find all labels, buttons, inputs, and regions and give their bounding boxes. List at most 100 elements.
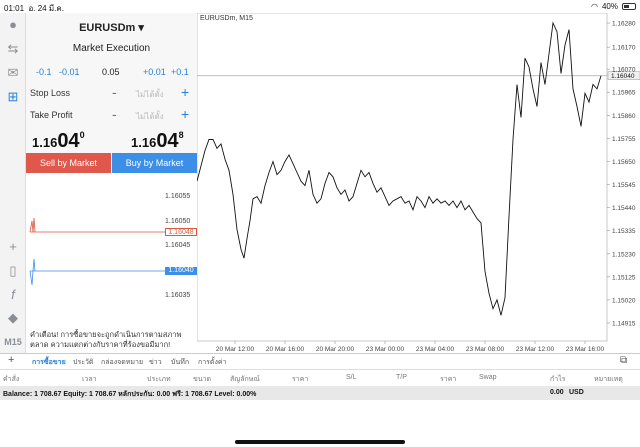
status-time: 01:01 <box>4 4 25 13</box>
col-volume: ขนาด <box>193 376 212 383</box>
buy-price-sup: 8 <box>178 130 184 140</box>
sell-price: 1.16040 <box>32 130 85 153</box>
take-profit-minus-button[interactable]: - <box>112 106 117 122</box>
terminal-tabs: + การซื้อขาย ประวัติ กล่องจดหมาย ข่าว บั… <box>0 353 640 368</box>
vol-plus-small-button[interactable]: +0.01 <box>143 67 166 77</box>
col-order: คำสั่ง <box>3 376 20 383</box>
home-indicator <box>235 440 405 444</box>
chevron-down-icon: ▾ <box>138 22 144 34</box>
y-tick-label: 1.16280 <box>612 21 636 28</box>
take-profit-label: Take Profit <box>30 110 73 120</box>
col-sl: S/L <box>346 374 357 381</box>
stop-loss-minus-button[interactable]: - <box>112 84 117 100</box>
tick-chart: 1.16055 1.16050 1.16045 1.16035 1.16048 … <box>26 173 197 299</box>
buy-price: 1.16048 <box>131 130 184 153</box>
crosshair-icon[interactable]: + <box>4 238 22 256</box>
orders-header: คำสั่ง เวลา ประเภท ขนาด สัญลักษณ์ ราคา S… <box>0 369 640 384</box>
tab-history[interactable]: ประวัติ <box>73 357 93 368</box>
vol-minus-small-button[interactable]: -0.01 <box>59 67 80 77</box>
vol-minus-big-button[interactable]: -0.1 <box>36 67 52 77</box>
execution-warning: คำเตือน! การซื้อขายจะถูกดำเนินการตามสภาพ… <box>30 330 182 349</box>
x-tick-label: 23 Mar 08:00 <box>466 346 505 353</box>
y-tick-label: 1.15335 <box>612 228 636 235</box>
execution-type[interactable]: Market Execution <box>26 43 197 54</box>
chart-type-icon[interactable]: ▯ <box>4 262 22 280</box>
sell-price-sup: 0 <box>79 130 85 140</box>
x-tick-label: 23 Mar 00:00 <box>366 346 405 353</box>
symbol-selector[interactable]: EURUSDm ▾ <box>26 17 197 39</box>
chat-icon[interactable]: ✉ <box>4 64 22 82</box>
y-tick-label: 1.15965 <box>612 90 636 97</box>
balance-summary: Balance: 1 708.67 Equity: 1 708.67 หลักป… <box>3 391 257 398</box>
account-currency: USD <box>569 389 584 396</box>
y-tick-label: 1.15860 <box>612 113 636 120</box>
app-root: { "status": { "time": "01:01", "date": "… <box>0 0 640 447</box>
battery-icon <box>622 3 636 10</box>
take-profit-field[interactable]: ไม่ได้ตั้ง <box>136 110 164 123</box>
x-tick-label: 23 Mar 04:00 <box>416 346 455 353</box>
y-tick-label: 1.15755 <box>612 136 636 143</box>
account-icon[interactable]: ● <box>4 16 22 34</box>
volume-row: -0.1 -0.01 0.05 +0.01 +0.1 <box>26 65 197 81</box>
x-tick-label: 20 Mar 16:00 <box>266 346 305 353</box>
symbol-label: EURUSDm <box>79 22 136 34</box>
mini-tick-4: 1.16035 <box>165 292 191 299</box>
order-panel: EURUSDm ▾ Market Execution -0.1 -0.01 0.… <box>26 13 197 173</box>
new-order-icon[interactable]: ⊞ <box>4 88 22 106</box>
ask-ticks <box>29 217 36 233</box>
y-tick-label: 1.16170 <box>612 45 636 52</box>
buy-price-small: 1.16 <box>131 135 157 150</box>
take-profit-row: Take Profit - ไม่ได้ตั้ง + <box>26 106 197 124</box>
buy-price-big: 04 <box>156 130 179 152</box>
mini-tick-3: 1.16045 <box>165 242 191 249</box>
sell-price-small: 1.16 <box>32 135 58 150</box>
col-type: ประเภท <box>147 376 171 383</box>
stop-loss-plus-button[interactable]: + <box>181 84 189 100</box>
main-chart[interactable]: 1.16280 1.16170 1.16070 1.15965 1.15860 1.157… <box>197 13 640 353</box>
y-tick-label: 1.15020 <box>612 297 636 304</box>
y-tick-label: 1.14915 <box>612 321 636 328</box>
buy-by-market-button[interactable]: Buy by Market <box>112 153 197 173</box>
add-icon[interactable]: + <box>8 354 14 366</box>
signals-icon[interactable]: ⇆ <box>4 40 22 58</box>
left-toolbar: ● ⇆ ✉ ⊞ + ▯ f ◆ M15 <box>0 13 26 353</box>
layout-icon[interactable]: ⧉ <box>620 355 627 366</box>
y-tick-label: 1.15230 <box>612 251 636 258</box>
col-tp: T/P <box>396 374 407 381</box>
col-swap: Swap <box>479 374 497 381</box>
col-profit: กำไร <box>550 376 566 383</box>
chart-title: EURUSDm, M15 <box>200 15 253 22</box>
current-price-tag: 1.16040 <box>611 73 635 80</box>
tab-news[interactable]: ข่าว <box>149 357 162 368</box>
tab-settings[interactable]: การตั้งค่า <box>198 357 227 368</box>
col-time: เวลา <box>82 376 97 383</box>
vol-plus-big-button[interactable]: +0.1 <box>171 67 189 77</box>
stop-loss-field[interactable]: ไม่ได้ตั้ง <box>136 88 164 101</box>
stop-loss-label: Stop Loss <box>30 88 71 98</box>
y-tick-label: 1.15650 <box>612 159 636 166</box>
tab-journal[interactable]: บันทึก <box>171 357 189 368</box>
tab-mailbox[interactable]: กล่องจดหมาย <box>101 357 143 368</box>
volume-field[interactable]: 0.05 <box>102 67 120 77</box>
col-comment: หมายเหตุ <box>594 376 623 383</box>
status-right: ◠ 40% <box>591 2 636 11</box>
timeframe-m15[interactable]: M15 <box>4 333 22 351</box>
x-tick-label: 20 Mar 20:00 <box>316 346 355 353</box>
take-profit-plus-button[interactable]: + <box>181 106 189 122</box>
mini-tick-2: 1.16050 <box>165 218 191 225</box>
sell-by-market-button[interactable]: Sell by Market <box>26 153 111 173</box>
balance-bar: Balance: 1 708.67 Equity: 1 708.67 หลักป… <box>0 386 640 400</box>
tab-trade[interactable]: การซื้อขาย <box>32 357 66 368</box>
x-tick-label: 23 Mar 12:00 <box>516 346 555 353</box>
col-price: ราคา <box>292 376 309 383</box>
x-tick-label: 20 Mar 12:00 <box>216 346 255 353</box>
wifi-icon: ◠ <box>591 2 598 11</box>
y-tick-label: 1.15545 <box>612 182 636 189</box>
bid-ticks <box>29 258 36 286</box>
objects-icon[interactable]: ◆ <box>4 309 22 327</box>
indicators-icon[interactable]: f <box>4 286 22 304</box>
stop-loss-row: Stop Loss - ไม่ได้ตั้ง + <box>26 84 197 102</box>
y-tick-label: 1.15440 <box>612 205 636 212</box>
status-bar: 01:01 อ. 24 มี.ค. ◠ 40% <box>0 0 640 13</box>
main-chart-svg[interactable]: 1.162801.161701.160701.159651.158601.157… <box>197 13 640 353</box>
